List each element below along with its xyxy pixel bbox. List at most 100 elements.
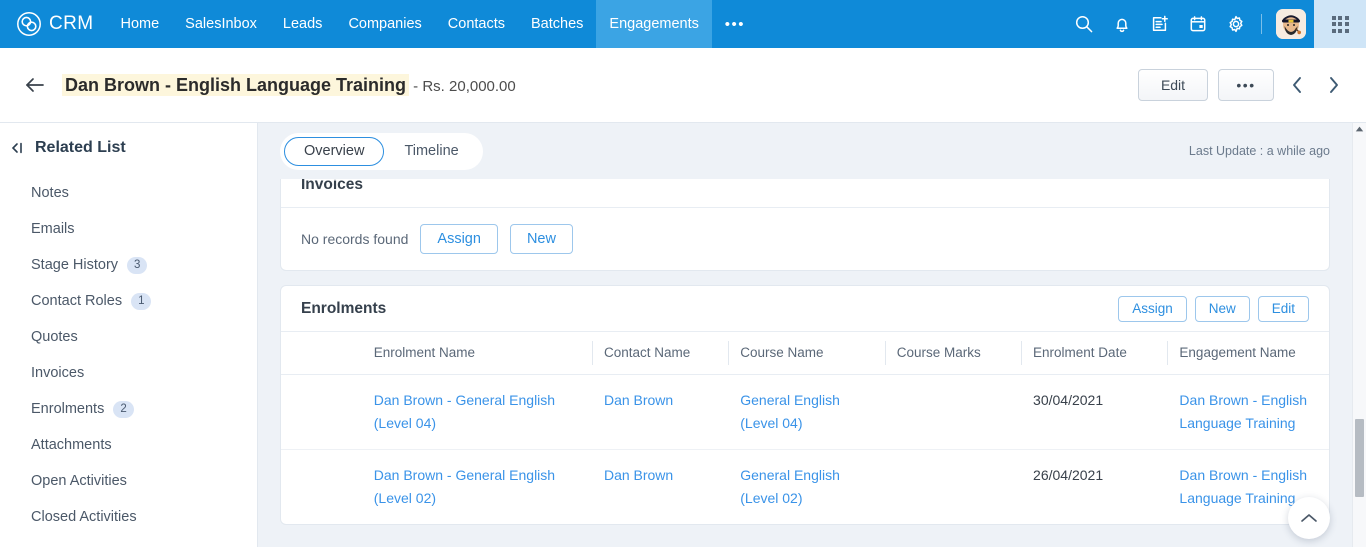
sidebar-item-label: Emails — [31, 221, 75, 237]
sidebar-item-label: Closed Activities — [31, 509, 137, 525]
cell-course-name[interactable]: General English (Level 04) — [728, 374, 885, 450]
invoices-assign-button[interactable]: Assign — [420, 224, 498, 254]
invoices-card-header: Invoices — [281, 179, 1329, 208]
table-header-spacer — [281, 332, 362, 375]
nav-item-contacts[interactable]: Contacts — [435, 0, 518, 48]
previous-record-button[interactable] — [1284, 69, 1310, 101]
sidebar-item-badge: 1 — [131, 292, 152, 310]
sidebar-item-quotes[interactable]: Quotes — [0, 319, 257, 355]
edit-button[interactable]: Edit — [1138, 69, 1208, 101]
enrolments-table: Enrolment Name Contact Name Course Name … — [281, 332, 1329, 524]
cell-enrolment-name[interactable]: Dan Brown - General English (Level 02) — [362, 449, 592, 524]
enrolments-card: Enrolments Assign New Edit Enrolment Nam… — [280, 285, 1330, 525]
scroll-to-top-button[interactable] — [1288, 497, 1330, 539]
record-header: Dan Brown - English Language Training - … — [0, 48, 1366, 123]
cell-engagement-name[interactable]: Dan Brown - English Language Training — [1167, 374, 1329, 450]
sidebar-item-notes[interactable]: Notes — [0, 175, 257, 211]
tab-bar: Overview Timeline Last Update : a while … — [258, 123, 1352, 179]
invoices-empty-row: No records found Assign New — [281, 208, 1329, 270]
related-lists-scroll-area[interactable]: Invoices No records found Assign New Enr… — [258, 179, 1352, 547]
invoices-new-button[interactable]: New — [509, 224, 573, 254]
sidebar-item-attachments[interactable]: Attachments — [0, 427, 257, 463]
record-actions: Edit ••• — [1138, 69, 1346, 101]
invoices-card: Invoices No records found Assign New — [280, 179, 1330, 271]
last-update-text: Last Update : a while ago — [1188, 144, 1330, 158]
app-switcher-button[interactable] — [1314, 0, 1366, 48]
column-header-course-name[interactable]: Course Name — [728, 332, 885, 375]
scrollbar-up-arrow[interactable] — [1353, 126, 1366, 132]
chevron-right-icon — [1329, 77, 1338, 93]
sidebar-item-label: Contact Roles — [31, 293, 123, 309]
sidebar-item-badge: 3 — [127, 256, 148, 274]
enrolments-card-header: Enrolments Assign New Edit — [281, 286, 1329, 332]
nav-item-companies[interactable]: Companies — [335, 0, 434, 48]
crm-brand-logo[interactable]: CRM — [0, 0, 107, 48]
table-row[interactable]: Dan Brown - General English (Level 04) D… — [281, 374, 1329, 450]
enrolments-assign-button[interactable]: Assign — [1118, 295, 1187, 322]
sidebar-item-contact-roles[interactable]: Contact Roles 1 — [0, 283, 257, 319]
nav-item-salesinbox[interactable]: SalesInbox — [172, 0, 270, 48]
column-header-engagement-name[interactable]: Engagement Name — [1167, 332, 1329, 375]
sidebar-title: Related List — [35, 139, 126, 156]
back-button[interactable] — [18, 68, 52, 102]
nav-item-batches[interactable]: Batches — [518, 0, 596, 48]
search-icon[interactable] — [1065, 0, 1103, 48]
brand-text: CRM — [49, 13, 94, 34]
record-more-button[interactable]: ••• — [1218, 69, 1274, 101]
user-avatar[interactable] — [1276, 9, 1306, 39]
calendar-icon[interactable] — [1179, 0, 1217, 48]
column-header-enrolment-name[interactable]: Enrolment Name — [361, 332, 592, 375]
scrollbar-thumb[interactable] — [1355, 419, 1364, 497]
sidebar-item-closed-activities[interactable]: Closed Activities — [0, 499, 257, 535]
collapse-panel-icon[interactable] — [10, 141, 26, 155]
page-title: Dan Brown - English Language Training — [62, 74, 410, 96]
cell-contact-name[interactable]: Dan Brown — [592, 449, 728, 524]
top-navigation-bar: CRM Home SalesInbox Leads Companies Cont… — [0, 0, 1366, 48]
chevron-up-icon — [1301, 514, 1317, 522]
nav-right-icons — [1065, 0, 1314, 48]
cell-enrolment-date: 30/04/2021 — [1021, 374, 1168, 450]
record-title-block: Dan Brown - English Language Training - … — [62, 70, 516, 100]
table-row[interactable]: Dan Brown - General English (Level 02) D… — [281, 449, 1329, 524]
cell-enrolment-name[interactable]: Dan Brown - General English (Level 04) — [361, 374, 592, 450]
main-body: Related List Notes Emails Stage History … — [0, 123, 1366, 547]
column-header-course-marks[interactable]: Course Marks — [884, 332, 1022, 375]
sidebar-item-invoices[interactable]: Invoices — [0, 355, 257, 391]
sidebar-item-enrolments[interactable]: Enrolments 2 — [0, 391, 257, 427]
bell-icon[interactable] — [1103, 0, 1141, 48]
column-header-enrolment-date[interactable]: Enrolment Date — [1021, 332, 1168, 375]
zoho-crm-logo-icon — [17, 12, 41, 36]
content-area: Overview Timeline Last Update : a while … — [258, 123, 1352, 547]
enrolments-new-button[interactable]: New — [1194, 295, 1250, 322]
nav-item-home[interactable]: Home — [107, 0, 172, 48]
grid-icon — [1331, 15, 1349, 33]
page-scrollbar[interactable] — [1352, 123, 1366, 547]
nav-item-leads[interactable]: Leads — [270, 0, 336, 48]
sidebar-item-stage-history[interactable]: Stage History 3 — [0, 247, 257, 283]
sidebar-item-label: Stage History — [31, 257, 119, 273]
row-spacer-cell — [281, 374, 362, 450]
nav-item-list: Home SalesInbox Leads Companies Contacts… — [107, 0, 712, 48]
sidebar-item-open-activities[interactable]: Open Activities — [0, 463, 257, 499]
add-note-icon[interactable] — [1141, 0, 1179, 48]
enrolments-card-title: Enrolments — [301, 299, 387, 317]
sidebar-header: Related List — [0, 139, 257, 157]
sidebar-item-emails[interactable]: Emails — [0, 211, 257, 247]
tab-timeline[interactable]: Timeline — [384, 137, 478, 166]
table-header-row: Enrolment Name Contact Name Course Name … — [281, 332, 1329, 375]
arrow-left-icon — [26, 78, 44, 92]
invoices-empty-text: No records found — [301, 231, 409, 247]
column-header-contact-name[interactable]: Contact Name — [591, 332, 729, 375]
nav-overflow-button[interactable]: ••• — [712, 0, 758, 48]
settings-icon[interactable] — [1217, 0, 1255, 48]
cell-enrolment-date: 26/04/2021 — [1033, 466, 1104, 483]
next-record-button[interactable] — [1320, 69, 1346, 101]
cell-course-name[interactable]: General English (Level 02) — [728, 449, 884, 524]
cell-course-marks — [885, 449, 1021, 524]
cell-contact-name[interactable]: Dan Brown — [591, 374, 729, 450]
sidebar-item-label: Notes — [31, 185, 69, 201]
tab-overview[interactable]: Overview — [284, 136, 385, 166]
enrolments-edit-button[interactable]: Edit — [1257, 295, 1309, 322]
nav-item-engagements[interactable]: Engagements — [596, 0, 712, 48]
sidebar-item-label: Attachments — [31, 437, 112, 453]
